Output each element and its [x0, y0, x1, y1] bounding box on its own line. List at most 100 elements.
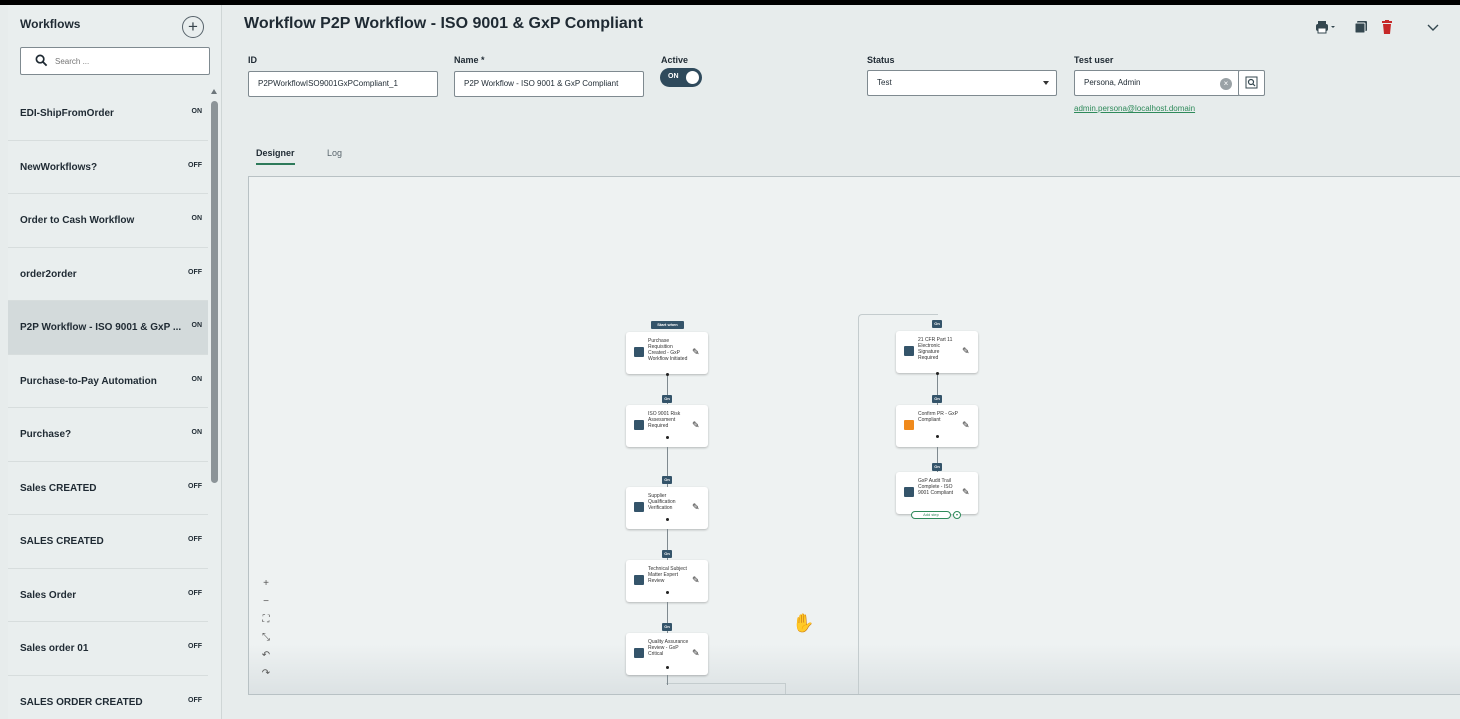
app-window: Workflows + EDI-ShipFromOrder ON NewWorkfl…	[0, 0, 1460, 719]
print-icon[interactable]	[1314, 20, 1336, 34]
id-label: ID	[248, 55, 257, 65]
on-badge: On	[932, 320, 942, 328]
sidebar-item[interactable]: order2order OFF	[8, 248, 208, 301]
sidebar-item[interactable]: P2P Workflow - ISO 9001 & GxP ... ON	[8, 301, 208, 355]
sidebar-item[interactable]: Sales CREATED OFF	[8, 462, 208, 515]
add-workflow-button[interactable]: +	[182, 16, 204, 38]
active-toggle[interactable]: ON	[660, 68, 702, 87]
sidebar-item-status: OFF	[188, 589, 202, 597]
edit-pencil-icon[interactable]: ✎	[692, 420, 700, 431]
trash-icon[interactable]	[1380, 20, 1394, 34]
designer-canvas[interactable]: + − ⛶ ⤡ ↶ ↷ Start when Purchase Requisit…	[248, 176, 1460, 695]
sidebar-item[interactable]: Purchase-to-Pay Automation ON	[8, 355, 208, 408]
zoom-out-button[interactable]: −	[259, 593, 273, 611]
workflow-node[interactable]: Purchase Requisition Created - GxP Workf…	[626, 332, 708, 374]
id-field[interactable]: P2PWorkflowISO9001GxPCompliant_1	[248, 71, 438, 97]
workflow-list: EDI-ShipFromOrder ON NewWorkflows? OFF Order…	[8, 87, 208, 719]
test-user-value: Persona, Admin	[1084, 78, 1141, 87]
scroll-thumb[interactable]	[211, 101, 218, 483]
node-type-icon	[904, 420, 914, 430]
sidebar-item-label: SALES ORDER CREATED	[20, 696, 143, 708]
edit-pencil-icon[interactable]: ✎	[962, 420, 970, 431]
node-type-icon	[634, 575, 644, 585]
sidebar-item-label: Order to Cash Workflow	[20, 215, 135, 226]
node-label: Purchase Requisition Created - GxP Workf…	[648, 338, 688, 362]
undo-button[interactable]: ↶	[259, 647, 273, 665]
on-badge: On	[662, 623, 672, 631]
start-when-badge: Start when	[651, 321, 684, 329]
add-step-menu-button[interactable]: ▾	[953, 511, 961, 519]
sidebar-item-status: OFF	[188, 482, 202, 490]
sidebar-item-status: ON	[191, 108, 203, 115]
sidebar-item-label: Purchase-to-Pay Automation	[20, 375, 157, 387]
on-badge: On	[932, 395, 942, 403]
sidebar-item[interactable]: Order to Cash Workflow ON	[8, 194, 208, 248]
edit-pencil-icon[interactable]: ✎	[962, 346, 970, 357]
sidebar-item[interactable]: NewWorkflows? OFF	[8, 141, 208, 194]
search-box[interactable]	[20, 47, 210, 75]
connector-dot	[666, 518, 669, 521]
test-user-field[interactable]: Persona, Admin ×	[1074, 70, 1240, 96]
chevron-down-icon[interactable]	[1426, 20, 1440, 34]
sidebar-scrollbar[interactable]	[211, 89, 218, 719]
user-lookup-button[interactable]	[1238, 70, 1265, 96]
search-icon	[35, 54, 48, 67]
edit-pencil-icon[interactable]: ✎	[692, 648, 700, 659]
tab-designer[interactable]: Designer	[256, 143, 295, 165]
clear-icon[interactable]: ×	[1220, 78, 1232, 90]
edit-pencil-icon[interactable]: ✎	[692, 502, 700, 513]
sidebar-item[interactable]: Purchase? ON	[8, 408, 208, 462]
edit-pencil-icon[interactable]: ✎	[692, 347, 700, 358]
status-select[interactable]: Test	[867, 70, 1057, 96]
test-user-email-link[interactable]: admin.persona@localhost.domain	[1074, 104, 1195, 113]
sidebar-item-status: OFF	[188, 643, 202, 650]
name-field[interactable]: P2P Workflow - ISO 9001 & GxP Compliant	[454, 71, 644, 97]
node-label: Technical Subject Matter Expert Review	[648, 566, 687, 584]
redo-button[interactable]: ↷	[259, 665, 273, 683]
node-label: Quality Assurance Review - GxP Critical	[648, 639, 689, 657]
sidebar-item[interactable]: Sales Order OFF	[8, 569, 208, 622]
node-type-icon	[904, 487, 914, 497]
workflow-node[interactable]: Technical Subject Matter Expert Review ✎	[626, 560, 708, 602]
zoom-in-button[interactable]: +	[259, 575, 273, 593]
edit-pencil-icon[interactable]: ✎	[962, 487, 970, 498]
node-label: Supplier Qualification Verification	[648, 493, 676, 511]
scroll-up-arrow-icon[interactable]	[211, 89, 217, 94]
node-label: Confirm PR - GxP Compliant	[918, 411, 958, 423]
zoom-controls: + − ⛶ ⤡ ↶ ↷	[259, 575, 273, 683]
exit-connector	[666, 683, 786, 694]
sidebar-item-label: SALES CREATED	[20, 536, 104, 547]
workflow-node[interactable]: ISO 9001 Risk Assessment Required ✎	[626, 405, 708, 447]
active-label: Active	[661, 55, 689, 65]
workflow-node[interactable]: GxP Audit Trail Complete - ISO 9001 Comp…	[896, 472, 978, 514]
add-step-button[interactable]: Add step	[911, 511, 951, 519]
node-label: GxP Audit Trail Complete - ISO 9001 Comp…	[918, 478, 954, 496]
sidebar-item-label: P2P Workflow - ISO 9001 & GxP ...	[20, 322, 182, 333]
connector-line	[667, 675, 668, 685]
fit-view-button[interactable]: ⛶	[259, 611, 273, 629]
caret-down-icon	[1043, 81, 1049, 85]
node-type-icon	[634, 420, 644, 430]
sidebar-item[interactable]: SALES ORDER CREATED OFF	[8, 676, 208, 719]
sidebar-item-label: NewWorkflows?	[20, 161, 98, 173]
copy-icon[interactable]	[1354, 20, 1368, 34]
toolbar-actions	[1314, 20, 1460, 42]
name-label: Name *	[454, 55, 485, 65]
edit-pencil-icon[interactable]: ✎	[692, 575, 700, 586]
connector-dot	[936, 435, 939, 438]
toggle-knob	[686, 71, 699, 84]
sidebar-item-status: ON	[191, 215, 203, 222]
workflow-node[interactable]: Supplier Qualification Verification ✎	[626, 487, 708, 529]
tab-log[interactable]: Log	[327, 143, 342, 163]
sidebar-item[interactable]: Sales order 01 OFF	[8, 622, 208, 676]
expand-button[interactable]: ⤡	[259, 629, 273, 647]
workflow-node[interactable]: Confirm PR - GxP Compliant ✎	[896, 405, 978, 447]
sidebar-item[interactable]: EDI-ShipFromOrder ON	[8, 87, 208, 141]
workflow-node[interactable]: 21 CFR Part 11 Electronic Signature Requ…	[896, 331, 978, 373]
connector-dot	[666, 591, 669, 594]
connector-dot	[666, 666, 669, 669]
sidebar-item[interactable]: SALES CREATED OFF	[8, 515, 208, 569]
sidebar-item-status: ON	[191, 429, 203, 436]
search-input[interactable]	[55, 53, 195, 70]
node-label: ISO 9001 Risk Assessment Required	[648, 411, 681, 429]
